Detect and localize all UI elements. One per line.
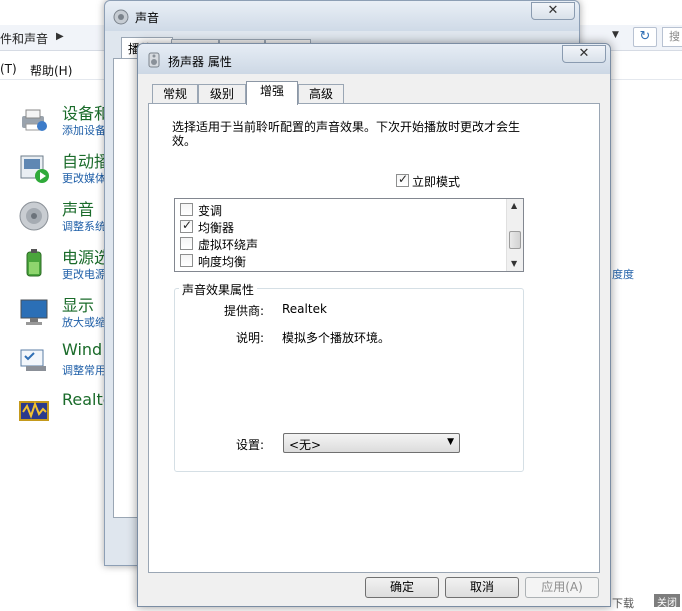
display-icon xyxy=(20,299,48,325)
speaker-app-icon xyxy=(148,52,160,68)
cp-partial-link[interactable]: 度度 xyxy=(612,266,634,282)
scroll-down-icon[interactable]: ▼ xyxy=(511,259,517,268)
scroll-thumb[interactable] xyxy=(509,231,521,249)
scroll-up-icon[interactable]: ▲ xyxy=(511,201,517,210)
breadcrumb[interactable]: 件和声音 xyxy=(0,30,48,46)
cp-item-realtek[interactable]: Realte xyxy=(18,390,118,434)
checkbox-checked-icon[interactable] xyxy=(396,172,409,187)
effects-list[interactable]: 变调 均衡器 虚拟环绕声 响度均衡 ▲ ▼ xyxy=(174,198,524,272)
devices-printers-icon xyxy=(22,109,47,131)
effects-scrollbar[interactable]: ▲ ▼ xyxy=(506,199,523,271)
speaker-dialog-title: 扬声器 属性 xyxy=(168,55,232,69)
effect-label[interactable]: 响度均衡 xyxy=(198,253,246,270)
address-dropdown-icon[interactable]: ▼ xyxy=(612,30,619,40)
cp-item-title[interactable]: 显示 xyxy=(62,292,94,316)
checkbox-icon[interactable] xyxy=(180,203,193,216)
tab-general[interactable]: 常规 xyxy=(152,84,198,104)
realtek-icon xyxy=(19,401,49,421)
cp-item-subtitle[interactable]: 更改媒体 xyxy=(62,170,106,186)
tab-levels[interactable]: 级别 xyxy=(198,84,246,104)
cp-item-title[interactable]: 设备和 xyxy=(62,100,110,124)
autoplay-icon xyxy=(20,155,49,183)
cp-item-title[interactable]: 自动播 xyxy=(62,148,110,172)
checkbox-icon[interactable] xyxy=(180,237,193,250)
description-label: 说明: xyxy=(236,331,265,345)
power-options-icon xyxy=(26,249,42,277)
windows-mobility-icon xyxy=(20,349,46,371)
breadcrumb-arrow-icon[interactable]: ▶ xyxy=(56,31,64,42)
cp-item-devices[interactable]: 设备和 添加设备 xyxy=(18,100,118,144)
cp-item-autoplay[interactable]: 自动播 更改媒体 xyxy=(18,148,118,192)
cp-item-title[interactable]: Wind xyxy=(62,340,102,359)
menu-tools[interactable]: (T) xyxy=(0,62,17,76)
menu-help[interactable]: 帮助(H) xyxy=(30,62,72,79)
setting-label: 设置: xyxy=(236,438,265,452)
provider-value: Realtek xyxy=(282,302,327,316)
description-value: 模拟多个播放环境。 xyxy=(282,331,391,345)
cp-item-subtitle[interactable]: 调整常用 xyxy=(62,362,106,378)
setting-selected-value[interactable]: <无> xyxy=(289,438,321,452)
cancel-button[interactable]: 取消 xyxy=(445,577,519,598)
cp-item-mobility[interactable]: Wind 调整常用 xyxy=(18,340,118,384)
speaker-icon xyxy=(19,201,49,231)
cp-item-subtitle[interactable]: 更改电源 xyxy=(62,266,106,282)
effect-properties-legend: 声音效果属性 xyxy=(179,281,258,298)
ok-button[interactable]: 确定 xyxy=(365,577,439,598)
apply-button[interactable]: 应用(A) xyxy=(525,577,599,598)
checkbox-icon[interactable] xyxy=(180,254,193,267)
cp-item-subtitle[interactable]: 调整系统 xyxy=(62,218,106,234)
sound-close-button[interactable]: ✕ xyxy=(531,2,575,20)
cp-item-display[interactable]: 显示 放大或缩 xyxy=(18,292,118,336)
refresh-button[interactable]: ↻ xyxy=(633,27,657,47)
checkbox-checked-icon[interactable] xyxy=(180,218,193,233)
search-input[interactable]: 搜 xyxy=(662,27,682,47)
sound-dialog-title: 声音 xyxy=(135,11,160,25)
tab-enhancements[interactable]: 增强 xyxy=(246,81,298,105)
sound-dialog-titlebar[interactable] xyxy=(105,1,579,31)
cp-item-sound[interactable]: 声音 调整系统 xyxy=(18,196,118,240)
speaker-properties-dialog: 扬声器 属性 ✕ 常规 级别 增强 高级 选择适用于当前聆听配置的声音效果。下次… xyxy=(137,43,611,607)
chevron-down-icon[interactable]: ▼ xyxy=(447,437,454,447)
effect-label[interactable]: 变调 xyxy=(198,202,222,219)
tab-advanced[interactable]: 高级 xyxy=(298,84,344,104)
speaker-close-button[interactable]: ✕ xyxy=(562,45,606,63)
setting-dropdown[interactable]: <无> ▼ xyxy=(283,433,460,453)
immediate-mode-label[interactable]: 立即模式 xyxy=(412,173,460,190)
provider-label: 提供商: xyxy=(224,304,265,318)
cp-item-title[interactable]: 电源选 xyxy=(62,244,110,268)
effect-label[interactable]: 均衡器 xyxy=(198,219,234,236)
cp-item-power[interactable]: 电源选 更改电源 xyxy=(18,244,118,288)
effect-label[interactable]: 虚拟环绕声 xyxy=(198,236,258,253)
cp-item-subtitle[interactable]: 放大或缩 xyxy=(62,314,106,330)
sound-app-icon xyxy=(113,9,129,25)
status-text: 下载 xyxy=(612,597,634,610)
enhancement-description: 选择适用于当前聆听配置的声音效果。下次开始播放时更改才会生效。 xyxy=(172,120,521,148)
cp-item-title[interactable]: 声音 xyxy=(62,196,94,220)
status-close-button[interactable]: 关闭 xyxy=(654,594,680,609)
cp-item-subtitle[interactable]: 添加设备 xyxy=(62,122,106,138)
